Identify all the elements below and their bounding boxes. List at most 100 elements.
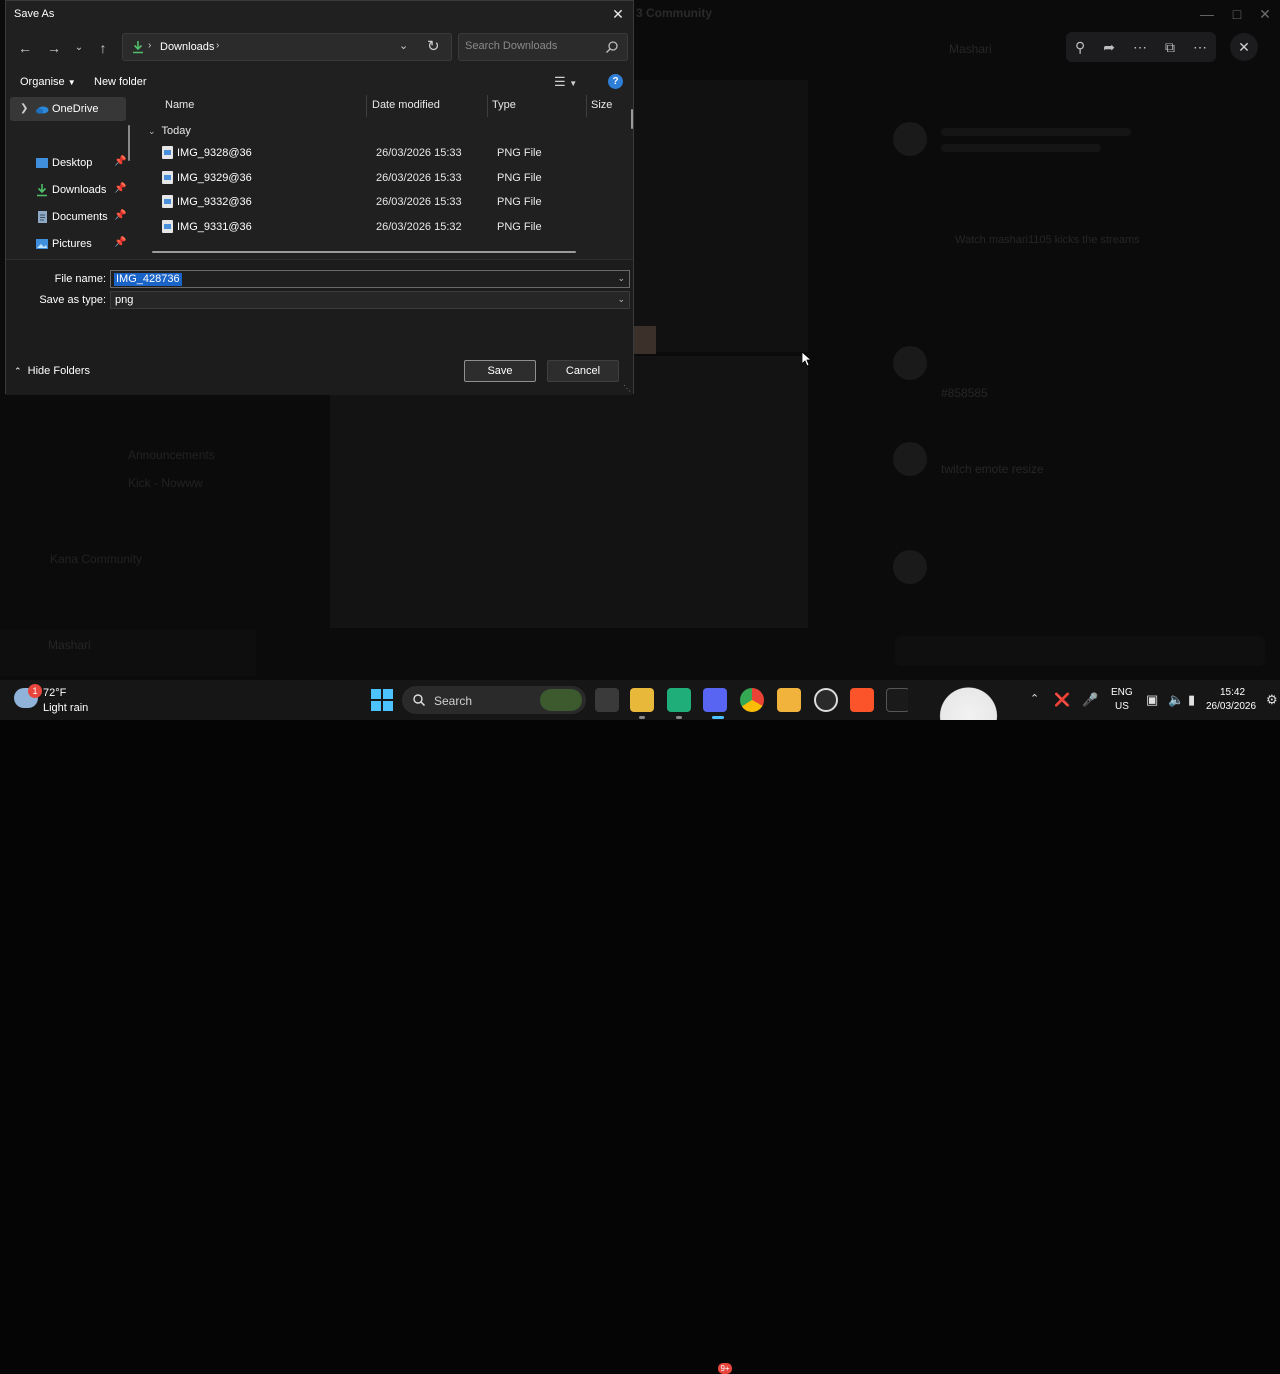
- file-name-field[interactable]: IMG_428736 ⌄: [110, 270, 630, 288]
- chevron-up-icon[interactable]: ⌃: [1030, 692, 1039, 705]
- column-header-type[interactable]: Type: [492, 99, 516, 119]
- column-header-size[interactable]: Size: [591, 99, 612, 119]
- file-name-value[interactable]: IMG_428736: [114, 273, 182, 286]
- save-button[interactable]: Save: [464, 360, 536, 382]
- app-icon[interactable]: [777, 688, 801, 712]
- refresh-icon[interactable]: ↻: [427, 37, 440, 55]
- chevron-down-icon[interactable]: ⌄: [399, 39, 408, 52]
- search-icon[interactable]: [605, 40, 619, 54]
- search-icon: [413, 694, 426, 707]
- save-as-type-select[interactable]: png ⌄: [110, 291, 630, 309]
- nav-label: Downloads: [52, 184, 107, 196]
- breadcrumb-downloads[interactable]: Downloads: [160, 41, 214, 53]
- group-header-today[interactable]: ⌄ Today: [148, 125, 191, 137]
- help-icon[interactable]: ?: [608, 74, 623, 89]
- column-header-name[interactable]: Name: [165, 99, 194, 119]
- app-running-indicator: [639, 716, 645, 719]
- nav-item-downloads[interactable]: Downloads 📌: [10, 178, 126, 202]
- task-view-icon[interactable]: [595, 688, 619, 712]
- input-region[interactable]: US: [1115, 701, 1129, 712]
- maximize-icon[interactable]: □: [1222, 4, 1252, 24]
- view-options-button[interactable]: ☰ ▼: [554, 74, 586, 92]
- chevron-right-icon[interactable]: ❯: [20, 103, 28, 114]
- avatar: [893, 442, 927, 476]
- chat-line: [941, 128, 1131, 136]
- notification-badge: 1: [28, 684, 42, 698]
- input-language[interactable]: ENG: [1111, 687, 1133, 698]
- weather-widget[interactable]: 1 72°F Light rain: [14, 684, 94, 716]
- file-row[interactable]: IMG_9329@36 26/03/2026 15:33 PNG File: [148, 167, 618, 191]
- volume-icon[interactable]: 🔈: [1168, 692, 1184, 708]
- file-type: PNG File: [497, 196, 542, 208]
- network-icon[interactable]: ▣: [1146, 692, 1158, 708]
- chevron-right-icon[interactable]: ›: [216, 40, 219, 51]
- hidden-tray-icon[interactable]: ❌: [1054, 692, 1070, 708]
- open-external-icon[interactable]: ⧉: [1165, 39, 1175, 56]
- nav-item-documents[interactable]: Documents 📌: [10, 205, 126, 229]
- vertical-scrollbar[interactable]: [631, 109, 633, 129]
- notifications-icon[interactable]: ⚙: [1266, 692, 1278, 708]
- file-row[interactable]: IMG_9328@36 26/03/2026 15:33 PNG File: [148, 142, 618, 166]
- search-input[interactable]: [465, 40, 600, 52]
- nav-item-desktop[interactable]: Desktop 📌: [10, 151, 126, 175]
- image-preview-bottom: [330, 356, 808, 628]
- new-folder-button[interactable]: New folder: [94, 76, 147, 88]
- capcut-icon[interactable]: [886, 688, 910, 712]
- up-arrow-icon[interactable]: ↑: [92, 37, 114, 59]
- back-arrow-icon[interactable]: ←: [14, 37, 36, 59]
- phone-link-icon[interactable]: [667, 688, 691, 712]
- nav-item-onedrive[interactable]: ❯ OneDrive: [10, 97, 126, 121]
- app-running-indicator: [676, 716, 682, 719]
- file-name: IMG_9328@36: [177, 147, 252, 159]
- file-name: IMG_9332@36: [177, 196, 252, 208]
- message-input: [895, 636, 1265, 666]
- forward-arrow-icon[interactable]: →: [43, 37, 65, 59]
- nav-label: Documents: [52, 211, 108, 223]
- file-row[interactable]: IMG_9331@36 26/03/2026 15:32 PNG File: [148, 216, 618, 240]
- organise-menu[interactable]: Organise ▼: [20, 76, 76, 88]
- column-header-date-modified[interactable]: Date modified: [372, 99, 440, 119]
- save-as-type-value: png: [115, 294, 134, 306]
- pin-icon[interactable]: 📌: [114, 183, 126, 194]
- cancel-button[interactable]: Cancel: [547, 360, 619, 382]
- chat-line: [941, 144, 1101, 152]
- nav-item-pictures[interactable]: Pictures 📌: [10, 232, 126, 256]
- chevron-down-icon[interactable]: ⌄: [617, 273, 625, 284]
- address-bar[interactable]: › Downloads › ⌄ ↻: [122, 33, 452, 61]
- file-row[interactable]: IMG_9332@36 26/03/2026 15:33 PNG File: [148, 191, 618, 215]
- overflow-icon[interactable]: ⋯: [1193, 39, 1207, 56]
- chevron-down-icon[interactable]: ⌄: [617, 294, 625, 305]
- chat-message: #858585: [941, 386, 988, 400]
- column-divider[interactable]: [586, 95, 587, 117]
- chrome-icon[interactable]: [740, 688, 764, 712]
- discord-icon[interactable]: [703, 688, 727, 712]
- column-divider[interactable]: [366, 95, 367, 117]
- resize-grip-icon[interactable]: ⋱: [623, 384, 631, 393]
- brave-icon[interactable]: [850, 688, 874, 712]
- chevron-up-icon: ⌃: [14, 366, 22, 376]
- clock-date[interactable]: 26/03/2026: [1206, 701, 1256, 712]
- horizontal-scrollbar[interactable]: [152, 251, 576, 253]
- minimize-icon[interactable]: —: [1192, 4, 1222, 24]
- hide-folders-button[interactable]: ⌃ Hide Folders: [14, 365, 90, 377]
- microphone-icon[interactable]: 🎤: [1082, 692, 1098, 708]
- battery-icon[interactable]: ▮: [1188, 692, 1195, 708]
- file-explorer-icon[interactable]: [630, 688, 654, 712]
- file-date: 26/03/2026 15:33: [376, 147, 462, 159]
- column-divider[interactable]: [487, 95, 488, 117]
- close-viewer-icon[interactable]: ✕: [1230, 33, 1258, 61]
- soccer-ball-image: [908, 680, 1018, 720]
- taskbar-search[interactable]: Search: [402, 686, 586, 714]
- start-button[interactable]: [371, 689, 393, 711]
- steam-icon[interactable]: [814, 688, 838, 712]
- downloads-folder-icon: [133, 41, 143, 54]
- pin-icon[interactable]: 📌: [114, 156, 126, 167]
- clock-time[interactable]: 15:42: [1220, 687, 1245, 698]
- nav-scrollbar[interactable]: [128, 125, 130, 161]
- close-window-icon[interactable]: ✕: [1250, 4, 1280, 24]
- pin-icon[interactable]: 📌: [114, 210, 126, 221]
- avatar: [893, 122, 927, 156]
- pin-icon[interactable]: 📌: [114, 237, 126, 248]
- close-icon[interactable]: ✕: [607, 4, 629, 24]
- recent-locations-chevron-icon[interactable]: ⌄: [68, 37, 90, 59]
